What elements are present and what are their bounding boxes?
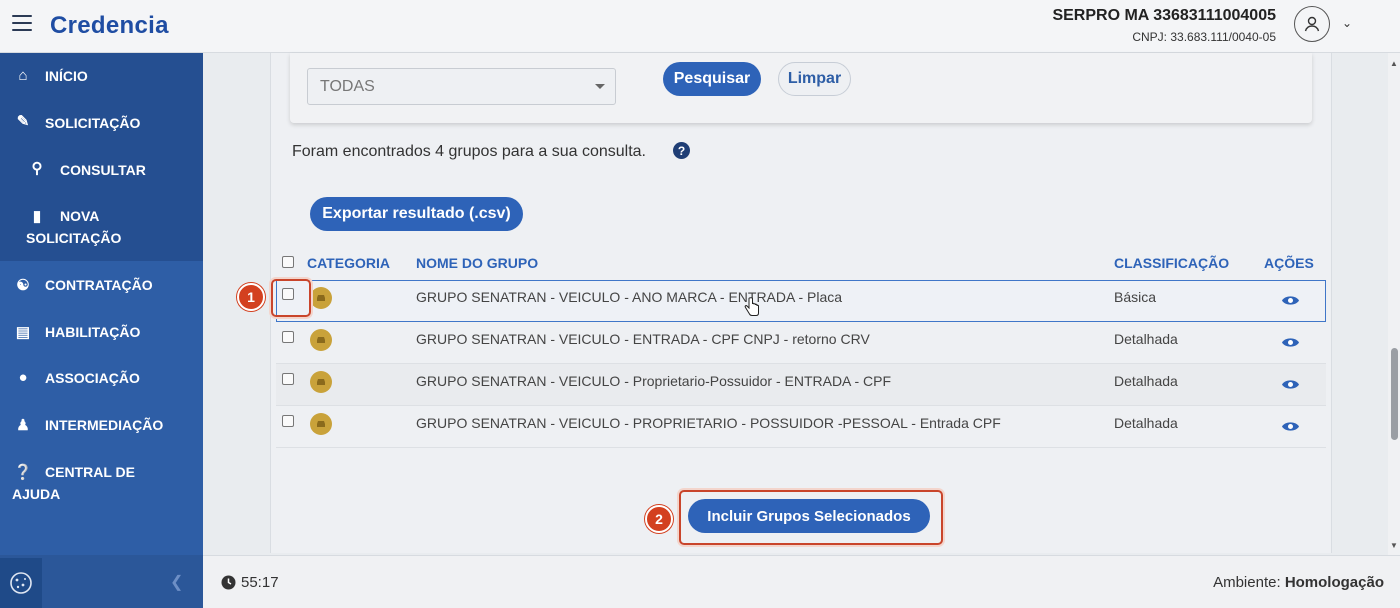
group-name-cell: GRUPO SENATRAN - VEICULO - ANO MARCA - E… [416,289,843,305]
annotation-badge-step-2: 2 [645,505,673,533]
classification-cell: Detalhada [1114,415,1178,431]
collapse-sidebar-icon[interactable]: ❮ [170,572,183,592]
classification-cell: Detalhada [1114,373,1178,389]
status-bar: 55:17 Ambiente: Homologação [203,555,1400,608]
sidebar-item-associacao[interactable]: ● ASSOCIAÇÃO [0,361,203,405]
file-icon: ▮ [32,208,42,225]
help-icon[interactable]: ? [673,142,690,159]
app-logo[interactable]: Credencia [50,12,169,40]
user-avatar-icon[interactable] [1294,6,1330,42]
sidebar-item-label: CONTRATAÇÃO [45,277,153,293]
scroll-up-icon[interactable]: ▲ [1390,59,1398,68]
row-checkbox[interactable] [282,373,294,385]
classification-cell: Básica [1114,289,1157,305]
group-name-cell: GRUPO SENATRAN - VEICULO - Proprietario-… [416,373,892,389]
edit-icon: ✎ [16,113,30,130]
export-csv-button[interactable]: Exportar resultado (.csv) [310,197,523,231]
clock-icon [221,575,236,590]
top-header: Credencia SERPRO MA 33683111004005 CNPJ:… [0,0,1400,53]
sidebar-item-label-line1: CENTRAL DE [45,464,135,480]
column-header-category[interactable]: CATEGORIA [307,255,390,271]
column-header-group-name[interactable]: NOME DO GRUPO [416,255,538,271]
eye-icon[interactable] [1281,294,1300,312]
results-summary: Foram encontrados 4 grupos para a sua co… [292,143,646,160]
sidebar-item-consultar[interactable]: ⚲ CONSULTAR [0,145,203,191]
hamburger-menu-icon[interactable] [12,15,32,33]
sidebar-item-label-line1: NOVA [60,208,100,224]
select-all-checkbox[interactable] [282,256,294,268]
chevron-down-icon [595,84,605,89]
annotation-badge-step-1: 1 [237,283,265,311]
car-category-icon [310,329,332,351]
sidebar-item-label: SOLICITAÇÃO [45,115,141,131]
sidebar-item-habilitacao[interactable]: ▤ HABILITAÇÃO [0,315,203,359]
scrollbar-thumb[interactable] [1391,348,1398,440]
session-timer: 55:17 [221,574,279,591]
sidebar-item-label: HABILITAÇÃO [45,324,141,340]
search-button[interactable]: Pesquisar [663,62,761,96]
clear-button[interactable]: Limpar [778,62,851,96]
sidebar-item-nova-solicitacao[interactable]: ▮ NOVA SOLICITAÇÃO [0,191,203,261]
sidebar-item-label: INÍCIO [45,68,88,84]
vertical-scrollbar[interactable]: ▲ ▼ [1388,53,1400,555]
car-category-icon [310,413,332,435]
annotation-highlight-checkbox [271,279,311,317]
group-name-cell: GRUPO SENATRAN - VEICULO - PROPRIETARIO … [416,415,1001,431]
classification-cell: Detalhada [1114,331,1178,347]
environment-indicator: Ambiente: Homologação [1213,574,1384,591]
environment-value: Homologação [1284,574,1384,591]
home-icon: ⌂ [18,67,28,84]
cookie-icon[interactable] [0,558,42,608]
sidebar-item-label: INTERMEDIAÇÃO [45,417,164,433]
scroll-down-icon[interactable]: ▼ [1390,541,1398,550]
sidebar-item-central-de-ajuda[interactable]: ❔ CENTRAL DE AJUDA [0,455,203,511]
group-name-cell: GRUPO SENATRAN - VEICULO - ENTRADA - CPF… [416,331,870,347]
classification-select[interactable]: TODAS [307,68,616,105]
search-icon: ⚲ [31,160,43,177]
organization-cnpj: CNPJ: 33.683.111/0040-05 [1132,30,1276,44]
question-icon: ❔ [13,464,33,481]
organization-name: SERPRO MA 33683111004005 [1052,7,1276,24]
sidebar-item-label-line2: SOLICITAÇÃO [26,230,122,246]
sidebar-item-label-line2: AJUDA [12,486,61,502]
row-checkbox[interactable] [282,415,294,427]
column-header-actions: AÇÕES [1264,255,1314,271]
sidebar-item-label: CONSULTAR [60,162,146,178]
user-tie-icon: ♟ [16,417,30,434]
eye-icon[interactable] [1281,336,1300,354]
handshake-icon: ☯ [16,277,30,294]
annotation-highlight-include-button [679,490,943,545]
column-header-classification[interactable]: CLASSIFICAÇÃO [1114,255,1229,271]
eye-icon[interactable] [1281,420,1300,438]
row-checkbox[interactable] [282,331,294,343]
sidebar-item-intermediacao[interactable]: ♟ INTERMEDIAÇÃO [0,408,203,452]
chevron-down-icon[interactable]: ⌄ [1342,16,1352,30]
sidebar: ⌂ INÍCIO ✎ SOLICITAÇÃO ⚲ CONSULTAR ▮ NOV… [0,53,203,555]
id-card-icon: ▤ [15,324,31,341]
car-category-icon [310,371,332,393]
timer-value: 55:17 [241,574,279,591]
car-category-icon [310,287,332,309]
hand-cursor-icon [744,297,760,322]
environment-label: Ambiente: [1213,574,1281,591]
sidebar-item-inicio[interactable]: ⌂ INÍCIO [0,53,203,99]
users-icon: ● [18,369,28,386]
sidebar-item-solicitacao[interactable]: ✎ SOLICITAÇÃO [0,99,203,145]
eye-icon[interactable] [1281,378,1300,396]
sidebar-item-label: ASSOCIAÇÃO [45,370,140,386]
classification-select-value: TODAS [320,78,375,95]
sidebar-item-contratacao[interactable]: ☯ CONTRATAÇÃO [0,268,203,312]
